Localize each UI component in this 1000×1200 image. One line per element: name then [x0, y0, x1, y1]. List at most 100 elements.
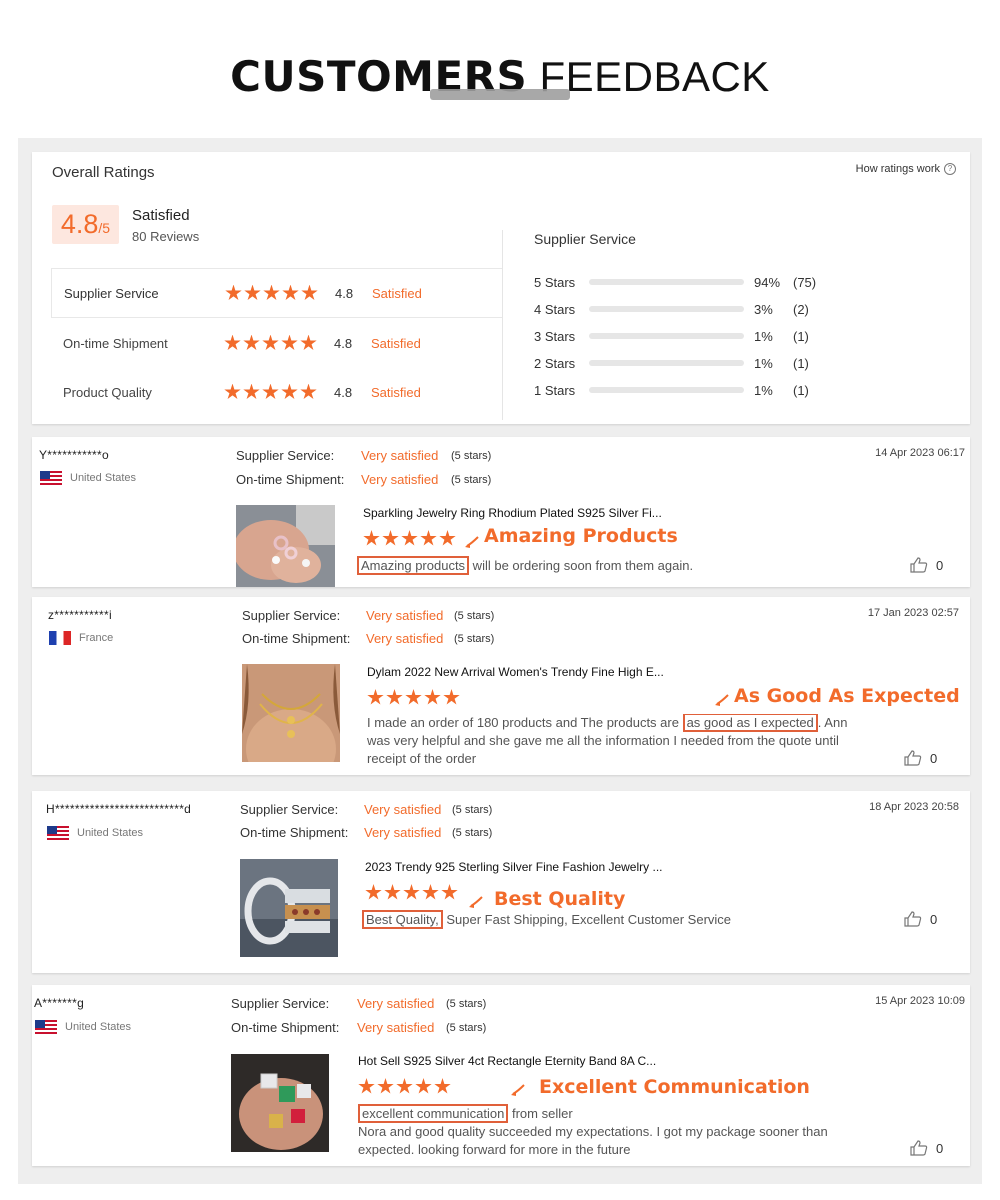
- shipment-key: On-time Shipment:: [240, 825, 349, 840]
- rating-row-status: Satisfied: [371, 384, 421, 400]
- star-icon: [243, 383, 260, 399]
- us-flag-icon: [35, 1020, 57, 1034]
- rating-row-value: 4.8: [335, 285, 354, 301]
- supplier-service-stars: (5 stars): [446, 998, 487, 1010]
- shipment-stars: (5 stars): [454, 633, 495, 645]
- how-ratings-work-link[interactable]: How ratings work ?: [856, 163, 956, 175]
- callout-label: Amazing Products: [484, 525, 678, 547]
- star-icon: [225, 284, 242, 300]
- review-photo[interactable]: [236, 505, 335, 587]
- score-label: Satisfied: [132, 207, 190, 224]
- reviewer-country: United States: [35, 1020, 131, 1034]
- product-title[interactable]: Dylam 2022 New Arrival Women's Trendy Fi…: [367, 665, 664, 679]
- star-rating: [367, 689, 460, 706]
- like-button[interactable]: 0: [904, 911, 937, 927]
- star-icon: [401, 530, 418, 546]
- thumbs-up-icon: [910, 1140, 928, 1156]
- supplier-service-stars: (5 stars): [454, 610, 495, 622]
- shipment-key: On-time Shipment:: [236, 472, 345, 487]
- star-icon: [415, 1078, 432, 1094]
- star-icon: [422, 884, 439, 900]
- arrow-icon: [715, 694, 729, 706]
- highlighted-phrase: Best Quality,: [362, 910, 443, 929]
- distribution-label: 5 Stars: [534, 274, 576, 290]
- distribution-bar: [589, 279, 744, 285]
- review-date: 18 Apr 2023 20:58: [869, 801, 959, 813]
- france-flag-icon: [49, 631, 71, 645]
- review-photo[interactable]: [242, 664, 340, 762]
- review-date: 15 Apr 2023 10:09: [875, 995, 965, 1007]
- like-button[interactable]: 0: [910, 557, 943, 573]
- score-value: 4.8: [60, 209, 99, 239]
- review-card: A*******g United States Supplier Service…: [32, 985, 970, 1166]
- distribution-bar: [589, 360, 744, 366]
- review-text-pre: I made an order of 180 products and The …: [367, 715, 683, 730]
- supplier-service-stars: (5 stars): [452, 804, 493, 816]
- rating-row-name: Supplier Service: [64, 285, 159, 301]
- star-rating: [358, 1078, 451, 1095]
- shipment-stars: (5 stars): [452, 827, 493, 839]
- us-flag-icon: [40, 471, 62, 485]
- star-icon: [420, 530, 437, 546]
- review-text-rest: Super Fast Shipping, Excellent Customer …: [442, 912, 732, 927]
- product-title[interactable]: Hot Sell S925 Silver 4ct Rectangle Etern…: [358, 1054, 656, 1068]
- review-photo[interactable]: [240, 859, 338, 957]
- supplier-service-key: Supplier Service:: [242, 608, 341, 623]
- star-icon: [301, 284, 318, 300]
- callout-label: Excellent Communication: [539, 1076, 810, 1098]
- like-button[interactable]: 0: [910, 1140, 943, 1156]
- rating-row-status: Satisfied: [371, 335, 421, 351]
- reviewer-country: France: [49, 631, 113, 645]
- thumbs-up-icon: [910, 557, 928, 573]
- rating-row-value: 4.8: [334, 384, 353, 400]
- highlighted-phrase: excellent communication: [358, 1104, 509, 1123]
- reviewer-name: H**************************d: [46, 802, 192, 816]
- distribution-percent: 3%: [754, 301, 773, 317]
- star-icon: [281, 383, 298, 399]
- shipment-value: Very satisfied: [357, 1020, 435, 1035]
- supplier-service-key: Supplier Service:: [231, 996, 330, 1011]
- star-icon: [382, 530, 399, 546]
- star-icon: [282, 284, 299, 300]
- like-count: 0: [930, 911, 938, 927]
- distribution-bar: [589, 306, 744, 312]
- distribution-row: 5 Stars 94% (75): [534, 272, 934, 292]
- star-icon: [405, 689, 422, 705]
- distribution-percent: 1%: [754, 355, 773, 371]
- star-icon: [363, 530, 380, 546]
- like-button[interactable]: 0: [904, 750, 937, 766]
- supplier-service-value: Very satisfied: [364, 802, 442, 817]
- overall-ratings-title: Overall Ratings: [52, 164, 155, 181]
- like-count: 0: [936, 1140, 944, 1156]
- us-flag-icon: [47, 826, 69, 840]
- product-title[interactable]: Sparkling Jewelry Ring Rhodium Plated S9…: [363, 506, 662, 520]
- shipment-value: Very satisfied: [366, 631, 444, 646]
- product-title[interactable]: 2023 Trendy 925 Sterling Silver Fine Fas…: [365, 860, 662, 874]
- distribution-label: 1 Stars: [534, 382, 576, 398]
- rating-row-value: 4.8: [334, 335, 353, 351]
- reviewer-country: United States: [47, 826, 143, 840]
- distribution-percent: 94%: [754, 274, 781, 290]
- review-text: Best Quality, Super Fast Shipping, Excel…: [362, 910, 882, 929]
- review-ratings: Supplier Service: Very satisfied (5 star…: [236, 448, 536, 488]
- star-icon: [358, 1078, 375, 1094]
- rating-row-name: Product Quality: [63, 384, 152, 400]
- review-card: z***********i France Supplier Service: V…: [32, 597, 970, 775]
- star-icon: [243, 334, 260, 350]
- supplier-service-title: Supplier Service: [534, 231, 636, 247]
- review-ratings: Supplier Service: Very satisfied (5 star…: [240, 802, 540, 842]
- help-icon[interactable]: ?: [944, 163, 956, 175]
- supplier-service-key: Supplier Service:: [236, 448, 335, 463]
- shipment-stars: (5 stars): [446, 1022, 487, 1034]
- reviewer-name: Y***********o: [39, 448, 109, 462]
- star-rating: [224, 383, 317, 401]
- review-photo[interactable]: [231, 1054, 329, 1152]
- review-card: H**************************d United Stat…: [32, 791, 970, 973]
- star-icon: [224, 383, 241, 399]
- arrow-icon: [469, 896, 483, 908]
- review-count: 80 Reviews: [132, 229, 200, 244]
- supplier-service-value: Very satisfied: [366, 608, 444, 623]
- shipment-value: Very satisfied: [364, 825, 442, 840]
- shipment-value: Very satisfied: [361, 472, 439, 487]
- distribution-label: 3 Stars: [534, 328, 576, 344]
